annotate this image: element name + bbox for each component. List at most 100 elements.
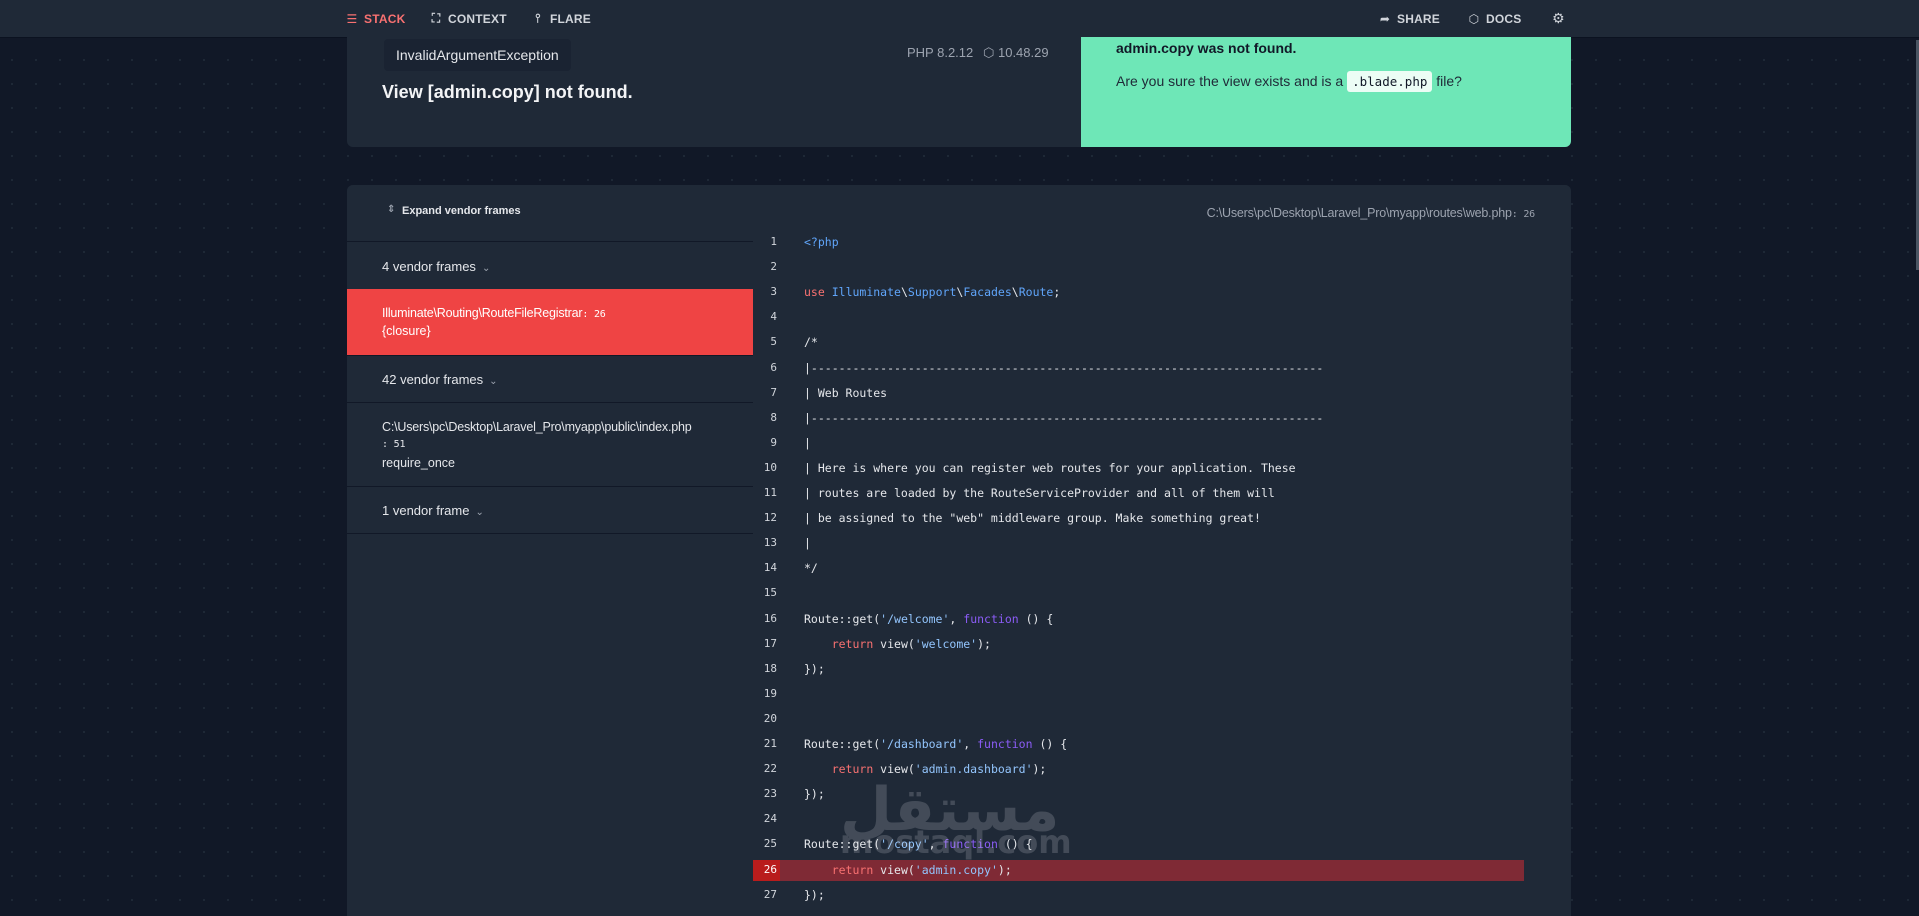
line-number: 8 [770, 410, 777, 424]
code-line: 8 |--------------------------------------… [753, 408, 1571, 429]
code-line: 27}); [753, 885, 1571, 906]
vendor-frames-group[interactable]: 4 vendor frames ⌄ [347, 242, 753, 290]
line-text: | Web Routes [804, 385, 888, 400]
solution-panel: admin.copy was not found. Are you sure t… [1081, 37, 1571, 147]
chevron-down-icon: ⌄ [489, 376, 498, 387]
solution-text: Are you sure the view exists and is a .b… [1116, 71, 1462, 92]
settings-button[interactable]: ⚙ [1552, 0, 1565, 37]
line-number: 1 [770, 235, 777, 248]
line-text: | [804, 536, 811, 551]
code-file-line: : 26 [1511, 209, 1535, 220]
solution-text-after: file? [1432, 73, 1462, 89]
laravel-version: 10.48.29 [997, 45, 1049, 60]
frame-selected[interactable]: Illuminate\Routing\RouteFileRegistrar: 2… [347, 289, 753, 356]
code-line: 25 Route::get('/copy', function () { [753, 834, 1571, 855]
line-number: 20 [763, 711, 777, 725]
exception-class-badge: InvalidArgumentException [384, 39, 571, 71]
code-line: 6 |--------------------------------------… [753, 358, 1571, 379]
solution-text-before: Are you sure the view exists and is a [1116, 73, 1348, 89]
code-line: 22 return view('admin.dashboard'); [753, 759, 1571, 780]
code-file-path[interactable]: C:\Users\pc\Desktop\Laravel_Pro\myapp\ro… [1206, 206, 1536, 220]
laravel-icon: ⬡ [983, 45, 995, 60]
chevron-down-icon: ⌄ [475, 507, 484, 518]
line-text: | routes are loaded by the RouteServiceP… [804, 486, 1275, 500]
vendor-frames-count: 4 vendor frames [382, 259, 476, 274]
share-button[interactable]: ➦ SHARE [1379, 0, 1440, 37]
expand-vendor-frames-button[interactable]: ⇕ Expand vendor frames [347, 185, 753, 242]
error-header-card: InvalidArgumentException PHP 8.2.12 ⬡ 10… [347, 37, 1571, 147]
line-number: 24 [763, 812, 777, 826]
solution-title: admin.copy was not found. [1116, 40, 1297, 56]
share-label: SHARE [1397, 11, 1441, 26]
tab-context[interactable]: ⛶ CONTEXT [430, 0, 507, 37]
gear-icon: ⚙ [1552, 10, 1565, 26]
line-number: 27 [763, 887, 777, 901]
chevron-updown-icon: ⇕ [387, 204, 396, 215]
line-number: 13 [763, 536, 777, 550]
chevron-down-icon: ⌄ [481, 263, 491, 274]
vendor-frames-group[interactable]: 1 vendor frame ⌄ [347, 486, 753, 534]
docs-label: DOCS [1486, 11, 1522, 26]
code-line: 10 | Here is where you can register web r… [753, 458, 1571, 479]
line-number: 23 [763, 787, 777, 801]
stack-panel: ⇕ Expand vendor frames 4 vendor frames ⌄ … [347, 185, 1571, 916]
code-line: 7 | Web Routes [753, 383, 1571, 404]
expand-icon: ⛶ [431, 11, 441, 25]
vendor-frames-label: 1 vendor frame ⌄ [382, 503, 484, 518]
frame-method: {closure} [382, 324, 431, 338]
error-message: View [admin.copy] not found. [382, 82, 633, 102]
line-number: 3 [770, 285, 777, 299]
line-number: 5 [770, 335, 777, 349]
frame-path: Illuminate\Routing\RouteFileRegistrar: 2… [382, 306, 606, 320]
share-icon: ➦ [1379, 11, 1391, 26]
code-line: 17 return view('welcome'); [753, 634, 1571, 655]
line-number: 7 [770, 385, 777, 399]
list-icon: ☰ [346, 11, 358, 26]
vendor-frames-count: 42 vendor frames [382, 372, 484, 387]
line-number: 26 [763, 862, 777, 876]
laravel-icon: ⬡ [1468, 11, 1480, 26]
frame-method: require_once [382, 456, 455, 470]
tab-context-label: CONTEXT [448, 11, 507, 26]
code-line: 20 [753, 709, 1571, 730]
line-number: 9 [770, 435, 777, 449]
line-text: Route::get('/welcome', function () { [804, 611, 1054, 626]
line-number: 10 [763, 460, 777, 474]
line-text: | be assigned to the "web" middleware gr… [804, 511, 1261, 526]
line-number: 16 [763, 611, 777, 625]
frame-path: C:\Users\pc\Desktop\Laravel_Pro\myapp\pu… [382, 420, 692, 434]
line-text: Route::get('/dashboard', function () { [804, 737, 1068, 751]
tab-flare-label: FLARE [550, 11, 591, 26]
docs-button[interactable]: ⬡ DOCS [1468, 0, 1522, 37]
code-line: 15 [753, 583, 1571, 604]
tab-flare[interactable]: ⫯ FLARE [532, 0, 591, 37]
line-number: 21 [763, 737, 777, 750]
code-line: 9 | [753, 433, 1571, 454]
solution-code: .blade.php [1347, 71, 1433, 92]
line-number: 11 [763, 486, 777, 499]
line-text: use Illuminate\Support\Facades\Route; [804, 285, 1061, 300]
code-line: 16 Route::get('/welcome', function () { [753, 609, 1571, 630]
line-number: 2 [770, 260, 777, 274]
code-line: 24 [753, 809, 1571, 830]
line-text: | [804, 435, 811, 450]
vendor-frames-label: 4 vendor frames ⌄ [382, 259, 490, 274]
frame-line: : 26 [582, 309, 606, 320]
line-number: 22 [763, 762, 777, 776]
line-text: }); [804, 887, 825, 902]
code-file-name: C:\Users\pc\Desktop\Laravel_Pro\myapp\ro… [1206, 206, 1512, 220]
line-text: return view('welcome'); [831, 636, 991, 651]
code-line: 13 | [753, 533, 1571, 554]
code-line: 4 [753, 307, 1571, 328]
frame-app[interactable]: C:\Users\pc\Desktop\Laravel_Pro\myapp\pu… [347, 402, 753, 487]
line-text: }); [804, 787, 825, 802]
line-text: <?php [804, 235, 839, 249]
line-text: }); [804, 661, 825, 676]
vendor-frames-group[interactable]: 42 vendor frames ⌄ [347, 355, 753, 403]
tab-stack[interactable]: ☰ STACK [346, 0, 406, 37]
code-line: 11 | routes are loaded by the RouteServic… [753, 483, 1571, 504]
line-number: 18 [763, 661, 777, 675]
flare-icon: ⫯ [535, 11, 541, 25]
expand-vendor-frames-label: Expand vendor frames [402, 205, 521, 217]
line-text: |---------------------------------------… [804, 410, 1324, 425]
